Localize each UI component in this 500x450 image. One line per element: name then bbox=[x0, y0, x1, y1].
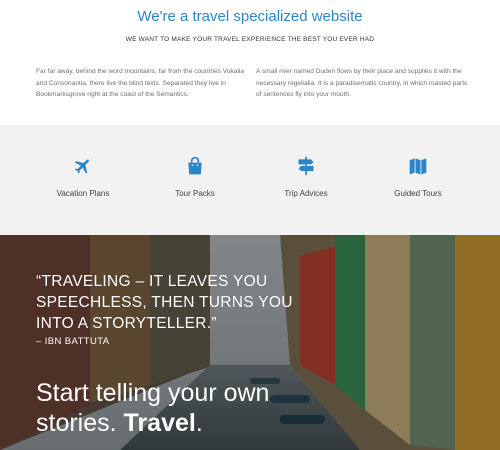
feature-label: Trip Advices bbox=[284, 189, 328, 198]
intro-text-left: Far far away, behind the word mountains,… bbox=[36, 68, 245, 98]
map-icon bbox=[409, 158, 427, 175]
feature-label: Guided Tours bbox=[394, 189, 442, 198]
hero-call-to-action: Start telling your own stories. Travel. bbox=[36, 378, 336, 438]
quote-author: – IBN BATTUTA bbox=[36, 336, 110, 347]
feature-vacation-plans[interactable]: Vacation Plans bbox=[33, 125, 133, 235]
feature-guided-tours[interactable]: Guided Tours bbox=[368, 125, 468, 235]
cta-period: . bbox=[195, 409, 203, 437]
features-section: Vacation Plans Tour Packs Trip Advices G… bbox=[0, 125, 500, 235]
hero-quote: “TRAVELING – IT LEAVES YOU SPEECHLESS, T… bbox=[36, 273, 293, 332]
page-subtitle: WE WANT TO MAKE YOUR TRAVEL EXPERIENCE T… bbox=[125, 36, 375, 43]
airplane-icon bbox=[74, 159, 89, 174]
feature-label: Tour Packs bbox=[175, 189, 215, 198]
feature-trip-advices[interactable]: Trip Advices bbox=[256, 125, 356, 235]
signpost-icon bbox=[298, 156, 314, 176]
intro-section: We're a travel specialized website WE WA… bbox=[0, 0, 500, 125]
feature-tour-packs[interactable]: Tour Packs bbox=[145, 125, 245, 235]
hero-section: “TRAVELING – IT LEAVES YOU SPEECHLESS, T… bbox=[0, 235, 500, 450]
cta-bold-word: Travel bbox=[123, 409, 196, 437]
feature-label: Vacation Plans bbox=[56, 189, 110, 198]
shopping-bag-icon bbox=[188, 156, 202, 175]
intro-text-right: A small river named Duden flows by their… bbox=[256, 68, 468, 98]
page-title: We're a travel specialized website bbox=[137, 8, 363, 25]
